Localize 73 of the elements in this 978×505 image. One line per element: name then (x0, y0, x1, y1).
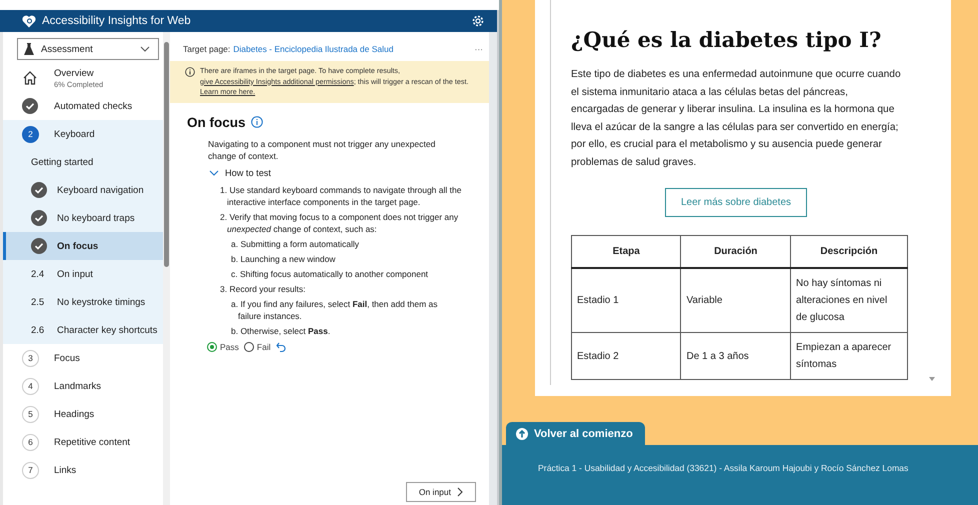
chevron-right-icon (457, 487, 463, 497)
nav-item[interactable]: 7 Links (3, 456, 163, 484)
step-number: 3 (22, 350, 39, 366)
undo-icon[interactable] (276, 342, 286, 352)
nav-subitem[interactable]: No keyboard traps (3, 204, 163, 232)
heart-logo-icon (22, 14, 36, 28)
nav-subitem[interactable]: 2.4 On input (3, 260, 163, 288)
checkmark-circle-icon (22, 98, 38, 114)
page-heading: ¿Qué es la diabetes tipo I? (571, 27, 882, 52)
test-substep: a. If you find any failures, select Fail, then add them as failure instances. (231, 298, 439, 322)
column-header: Etapa (572, 236, 681, 268)
chevron-icon (209, 170, 219, 176)
target-page-label: Target page: (183, 44, 230, 54)
next-button[interactable]: On input (406, 482, 476, 502)
table-cell: No hay síntomas ni alteraciones en nivel de glucosa (790, 268, 908, 332)
step-number: 7 (22, 462, 39, 478)
nav-item[interactable]: 4 Landmarks (3, 372, 163, 400)
nav-subitem[interactable]: Getting started (3, 148, 163, 176)
arrow-up-circle-icon (516, 428, 528, 440)
test-substep: b. Launching a new window (231, 252, 336, 264)
scroll-down-icon[interactable] (929, 377, 935, 381)
info-icon (185, 67, 195, 77)
test-substep: a. Submitting a form automatically (231, 238, 360, 250)
description: Navigating to a component must not trigger any unexpected change of context. (208, 138, 436, 162)
nav-item[interactable]: 5 Headings (3, 400, 163, 428)
checkmark-circle-icon (31, 182, 47, 198)
footer-text: Práctica 1 - Usabilidad y Accesibilidad (33621) - Assila Karoum Hajoubi y Rocío Sánchez Lomas (538, 462, 910, 475)
step-number: 4 (22, 378, 39, 394)
table-cell: Estadio 1 (572, 268, 681, 332)
test-substep: c. Shifting focus automatically to another component (231, 268, 430, 280)
nav-subitem[interactable]: Keyboard navigation (3, 176, 163, 204)
chevron-down-icon (140, 46, 150, 52)
nav-item[interactable]: 3 Focus (3, 344, 163, 372)
assessment-dropdown[interactable]: Assessment (17, 38, 159, 60)
how-to-test-toggle[interactable]: How to test (209, 168, 271, 178)
more-options[interactable]: ··· (474, 44, 483, 54)
table-cell: Variable (680, 268, 791, 332)
step-number: 6 (22, 434, 39, 450)
info-icon[interactable] (250, 116, 263, 128)
settings-icon[interactable] (471, 14, 485, 28)
nav-subitem[interactable]: 2.5 No keystroke timings (3, 288, 163, 316)
column-header: Duración (680, 236, 791, 268)
test-step: 1. Use standard keyboard commands to navigate through all the interactive interface components in the target page. (220, 184, 462, 208)
nav-item[interactable]: 2 Keyboard (3, 120, 163, 148)
back-to-top-tab[interactable]: Volver al comienzo (506, 422, 645, 446)
home-icon (22, 70, 38, 86)
step-number: 2.5 (31, 296, 44, 308)
table-cell: De 1 a 3 años (680, 332, 791, 380)
paragraph: Este tipo de diabetes es una enfermedad autoinmune que ocurre cuando el sistema inmunitario ataca a las células betas del páncreas, encargadas de generar y liberar insulina. La insulina es la hormona que lleva el azúcar de la sangre a las células para ser convertido en energía; por ello, es crucial para el metabolismo y su ausencia puede generar problemas de salud graves. (571, 68, 901, 170)
scrollbar[interactable] (163, 32, 170, 505)
test-step: 3. Record your results: (220, 282, 462, 294)
nav-item[interactable]: 6 Repetitive content (3, 428, 163, 456)
table-cell: Estadio 2 (572, 332, 681, 380)
checkmark-circle-icon (31, 238, 47, 254)
checkmark-circle-icon (31, 210, 47, 226)
read-more-button[interactable]: Leer más sobre diabetes (664, 188, 808, 217)
nav-subitem[interactable]: 2.6 Character key shortcuts (3, 316, 163, 344)
test-substep: b. Otherwise, select Pass. (231, 324, 332, 336)
step-number: 2.4 (31, 268, 44, 280)
app-title: Accessibility Insights for Web (42, 15, 191, 27)
step-number: 2 (22, 126, 39, 142)
result-radio[interactable]: Pass (207, 342, 239, 352)
test-step: 2. Verify that moving focus to a component does not trigger any unexpected change of context, such as: (220, 210, 462, 234)
column-header: Descripción (790, 236, 908, 268)
step-number: 2.6 (31, 324, 44, 336)
target-page-link[interactable]: Diabetes - Enciclopedia Ilustrada de Salud (233, 44, 394, 54)
step-number: 5 (22, 406, 39, 422)
flask-icon (24, 43, 34, 55)
section-heading: On focus (187, 114, 246, 130)
result-radio[interactable]: Fail (244, 342, 271, 352)
nav-subitem[interactable]: On focus (3, 232, 163, 260)
table-cell: Empiezan a aparecer síntomas (790, 332, 908, 380)
nav-item[interactable]: Automated checks (3, 92, 163, 120)
